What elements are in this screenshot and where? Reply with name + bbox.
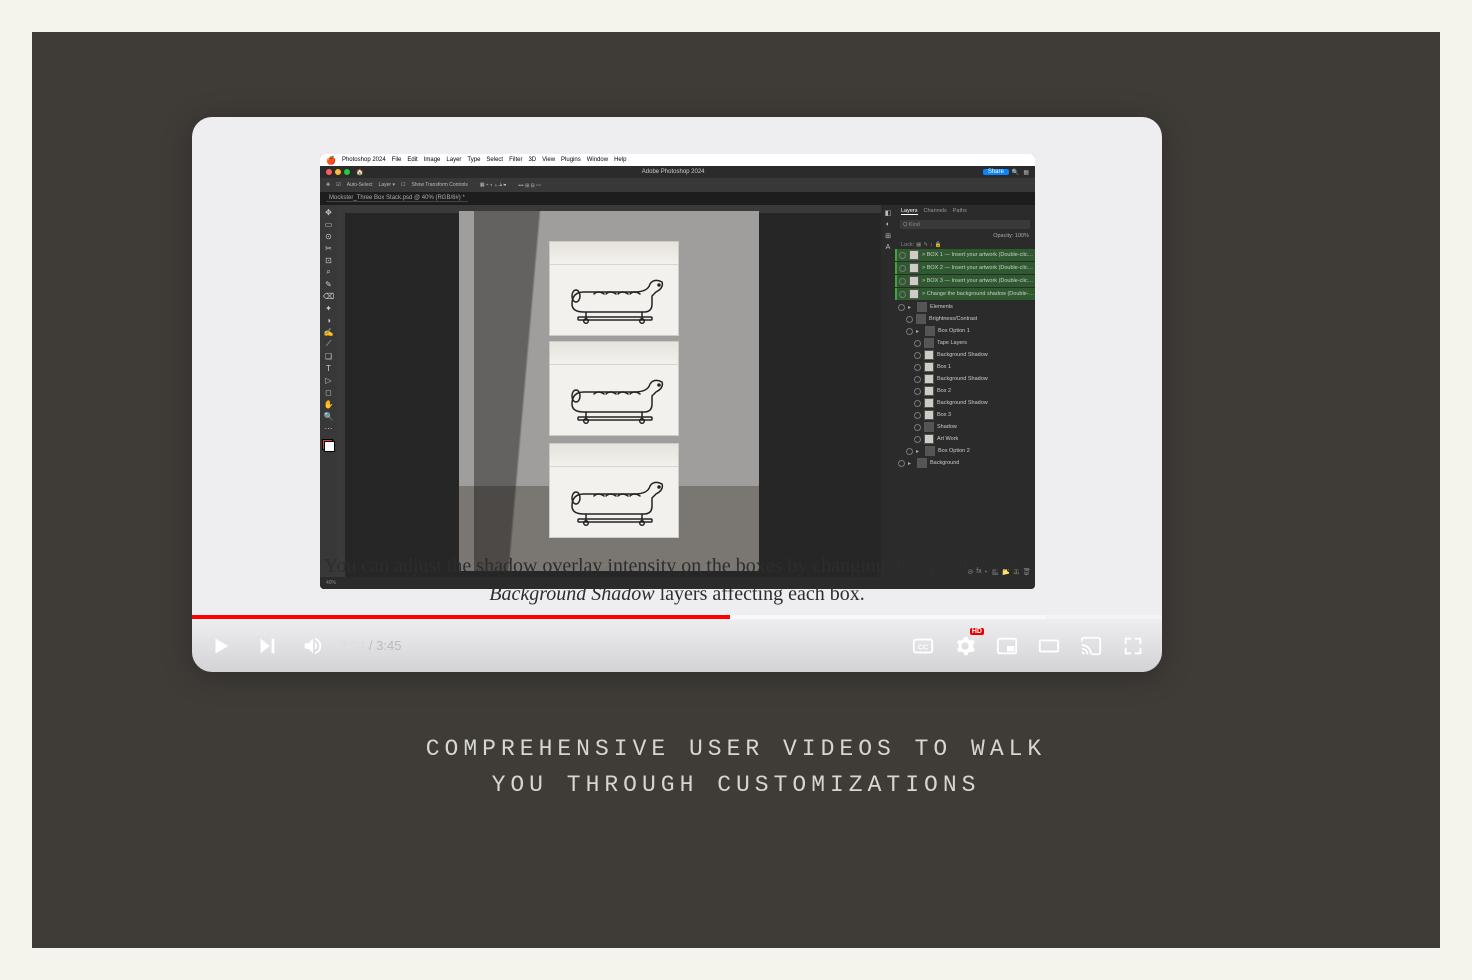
- layer-row[interactable]: Box 1: [898, 361, 1032, 373]
- options-bar: ✥☑ Auto-Select Layer ▾ ☐ Show Transform …: [320, 178, 1035, 192]
- layer-filter[interactable]: Q Kind: [900, 220, 1030, 229]
- menu-view[interactable]: View: [542, 157, 555, 163]
- opt-auto-select[interactable]: Auto-Select: [347, 182, 373, 188]
- menu-select[interactable]: Select: [486, 157, 503, 163]
- svg-text:CC: CC: [918, 642, 929, 651]
- layer-row[interactable]: ▸Box Option 2: [898, 445, 1032, 457]
- photoshop-window: 🍎 Photoshop 2024 File Edit Image Layer T…: [320, 154, 1035, 589]
- layer-row[interactable]: Background Shadow: [898, 373, 1032, 385]
- layer-row[interactable]: Box 2: [898, 385, 1032, 397]
- layer-row[interactable]: Box 3: [898, 409, 1032, 421]
- traffic-lights[interactable]: [326, 169, 350, 175]
- layer-row[interactable]: ▸Box Option 1: [898, 325, 1032, 337]
- menu-layer[interactable]: Layer: [446, 157, 461, 163]
- tab-paths[interactable]: Paths: [953, 208, 967, 215]
- move-tool-icon: ✥: [323, 207, 335, 217]
- canvas-area[interactable]: [337, 205, 881, 577]
- opt-target[interactable]: Layer ▾: [379, 182, 395, 188]
- volume-button[interactable]: [302, 635, 324, 657]
- menu-file[interactable]: File: [392, 157, 402, 163]
- layer-row[interactable]: > Change the background shadow (Double-c…: [895, 288, 1035, 300]
- menu-3d[interactable]: 3D: [528, 157, 536, 163]
- layer-row[interactable]: Background Shadow: [898, 349, 1032, 361]
- menu-plugins[interactable]: Plugins: [561, 157, 581, 163]
- opt-transform[interactable]: Show Transform Controls: [411, 182, 467, 188]
- cast-button[interactable]: [1080, 635, 1102, 657]
- tagline-text: COMPREHENSIVE USER VIDEOS TO WALK YOU TH…: [32, 732, 1440, 803]
- menu-help[interactable]: Help: [614, 157, 626, 163]
- apple-icon: 🍎: [326, 156, 336, 165]
- search-icon[interactable]: 🔍: [1012, 169, 1019, 176]
- video-player: 🍎 Photoshop 2024 File Edit Image Layer T…: [192, 117, 1162, 672]
- play-button[interactable]: [210, 635, 232, 657]
- share-button[interactable]: Share: [983, 169, 1009, 175]
- next-button[interactable]: [256, 635, 278, 657]
- app-name: Photoshop 2024: [342, 157, 386, 163]
- color-swatch[interactable]: [322, 439, 335, 452]
- ps-titlebar: 🏠 Adobe Photoshop 2024 Share 🔍 ▦: [320, 166, 1035, 178]
- layer-row[interactable]: > BOX 3 — Insert your artwork (Double-cl…: [895, 275, 1035, 287]
- dark-frame: 🍎 Photoshop 2024 File Edit Image Layer T…: [32, 32, 1440, 948]
- settings-button[interactable]: HD: [954, 635, 976, 657]
- theater-button[interactable]: [1038, 635, 1060, 657]
- ruler-left: [337, 213, 345, 577]
- menu-window[interactable]: Window: [587, 157, 608, 163]
- fullscreen-button[interactable]: [1122, 635, 1144, 657]
- video-controls: 2:04 / 3:45 CC HD: [192, 619, 1162, 672]
- captions-button[interactable]: CC: [912, 635, 934, 657]
- layer-row[interactable]: > BOX 1 — Insert your artwork (Double-cl…: [895, 249, 1035, 261]
- layer-row[interactable]: Art Work: [898, 433, 1032, 445]
- tools-panel[interactable]: ✥▭⊙✂⊡⌕✎⌫✦◑✍⟋❏T▷◻✋🔍⋯: [320, 205, 337, 577]
- menu-edit[interactable]: Edit: [407, 157, 417, 163]
- opacity-value[interactable]: Opacity: 100%: [993, 233, 1029, 239]
- collapsed-panels[interactable]: ◧◐⊞A: [881, 205, 895, 577]
- hd-badge: HD: [970, 628, 984, 635]
- layer-row[interactable]: Background Shadow: [898, 397, 1032, 409]
- layer-row[interactable]: > BOX 2 — Insert your artwork (Double-cl…: [895, 262, 1035, 274]
- layer-row[interactable]: Tape Layers: [898, 337, 1032, 349]
- window-title: Adobe Photoshop 2024: [363, 169, 982, 175]
- video-caption: You can adjust the shadow overlay intens…: [192, 552, 1162, 608]
- menu-filter[interactable]: Filter: [509, 157, 522, 163]
- menu-type[interactable]: Type: [467, 157, 480, 163]
- layer-row[interactable]: Brightness/Contrast: [898, 313, 1032, 325]
- menu-image[interactable]: Image: [424, 157, 441, 163]
- layer-row[interactable]: Shadow: [898, 421, 1032, 433]
- document-tab[interactable]: Mockster_Three Box Stack.psd @ 40% (RGB/…: [320, 192, 1035, 205]
- tab-layers[interactable]: Layers: [901, 208, 918, 215]
- layer-row[interactable]: ▸Elements: [898, 301, 1032, 313]
- miniplayer-button[interactable]: [996, 635, 1018, 657]
- document-canvas: [459, 211, 759, 571]
- tab-channels[interactable]: Channels: [924, 208, 947, 215]
- time-display: 2:04 / 3:45: [340, 638, 401, 653]
- layer-row[interactable]: ▸Background: [898, 457, 1032, 469]
- workspace-icon[interactable]: ▦: [1023, 169, 1029, 176]
- mac-menubar: 🍎 Photoshop 2024 File Edit Image Layer T…: [320, 154, 1035, 166]
- layers-panel[interactable]: Layers Channels Paths Q Kind Opacity: 10…: [895, 205, 1035, 577]
